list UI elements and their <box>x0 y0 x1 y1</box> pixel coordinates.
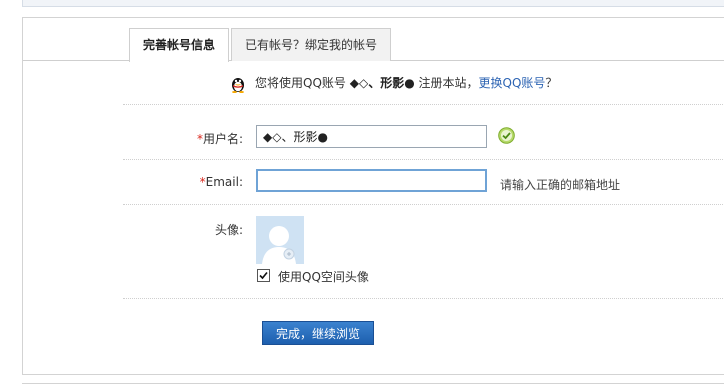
checkmark-icon <box>259 271 268 280</box>
email-label: Email: <box>205 175 243 189</box>
tab-label: 已有帐号？绑定我的帐号 <box>244 38 377 52</box>
divider <box>123 298 724 299</box>
notice-prefix: 您将使用QQ账号 <box>255 76 346 90</box>
qq-login-notice: 您将使用QQ账号 ◆◇、形影● 注册本站，更换QQ账号？ <box>229 74 558 93</box>
email-label-row: *Email: <box>123 175 243 189</box>
check-circle-icon <box>498 127 515 144</box>
qq-penguin-icon <box>232 77 244 93</box>
avatar-label: 头像: <box>214 223 243 237</box>
username-label: 用户名: <box>202 132 243 146</box>
finish-continue-button[interactable]: 完成，继续浏览 <box>262 321 374 345</box>
divider <box>123 159 724 160</box>
default-avatar-icon <box>256 216 304 264</box>
username-label-row: *用户名: <box>123 130 243 147</box>
use-qq-avatar-label: 使用QQ空间头像 <box>278 270 369 284</box>
divider <box>123 104 724 105</box>
tab-complete-account-info[interactable]: 完善帐号信息 <box>129 28 229 62</box>
change-qq-account-link[interactable]: 更换QQ账号 <box>479 76 546 90</box>
username-input[interactable] <box>256 125 487 148</box>
notice-suffix: ？ <box>545 76 558 90</box>
email-input[interactable] <box>256 169 487 192</box>
use-qq-avatar-checkbox[interactable] <box>257 269 270 282</box>
bottom-border <box>22 383 724 384</box>
email-hint: 请输入正确的邮箱地址 <box>500 178 621 192</box>
top-strip <box>22 0 724 7</box>
divider <box>123 204 724 205</box>
notice-middle: 注册本站， <box>418 76 479 90</box>
tab-bind-existing-account[interactable]: 已有帐号？绑定我的帐号 <box>231 28 391 61</box>
qq-nickname: ◆◇、形影● <box>349 76 415 90</box>
register-panel: 完善帐号信息 已有帐号？绑定我的帐号 您将使用QQ账号 ◆◇、形影● 注册本站，… <box>22 17 724 375</box>
tab-label: 完善帐号信息 <box>142 38 215 52</box>
avatar-image <box>256 216 304 264</box>
